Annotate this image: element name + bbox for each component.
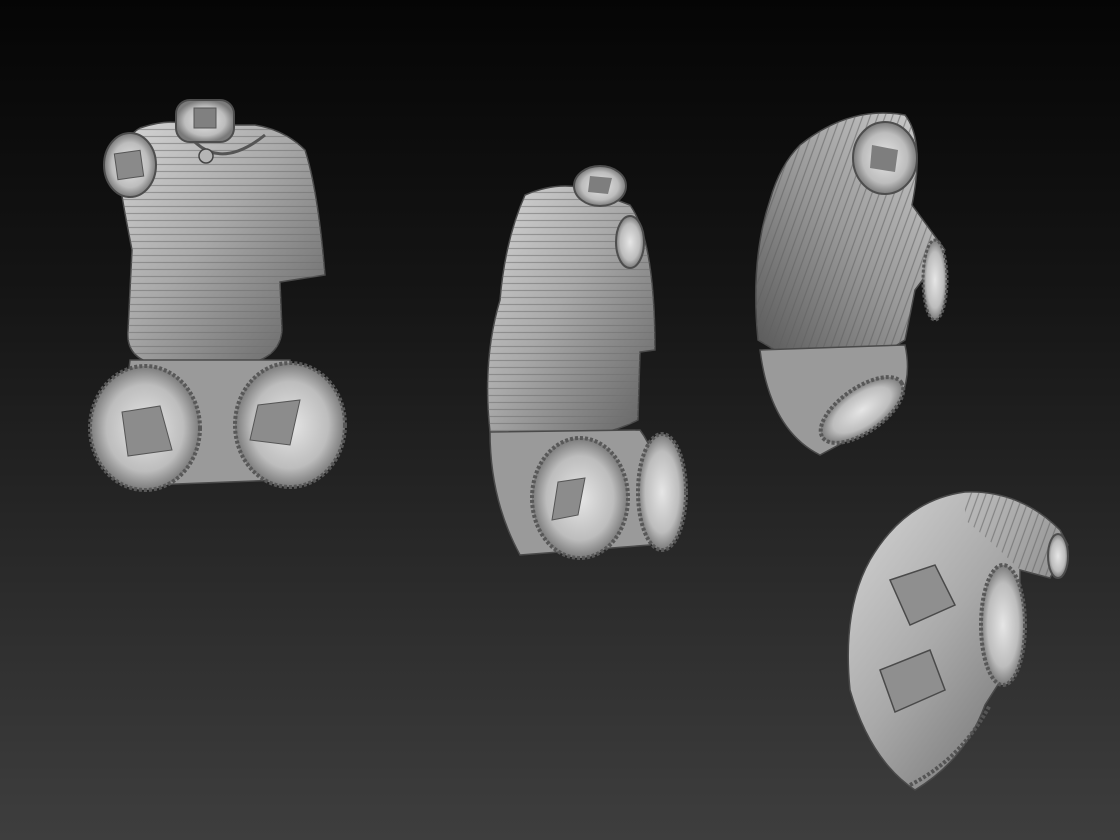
side-view: [755, 112, 949, 456]
three-quarter-view: [486, 165, 688, 560]
sculpt-render: [88, 99, 1069, 791]
side-sleeve-opening: [921, 238, 949, 322]
bottom-view: [847, 491, 1069, 791]
front-view: [88, 99, 347, 492]
tq-leg-opening-right: [636, 432, 688, 552]
front-pendant: [198, 148, 214, 164]
tq-shoulder-plug: [615, 215, 645, 269]
bottom-sleeve-end: [1047, 533, 1069, 579]
bottom-leg-opening: [979, 563, 1027, 687]
render-viewport: [0, 0, 1120, 840]
